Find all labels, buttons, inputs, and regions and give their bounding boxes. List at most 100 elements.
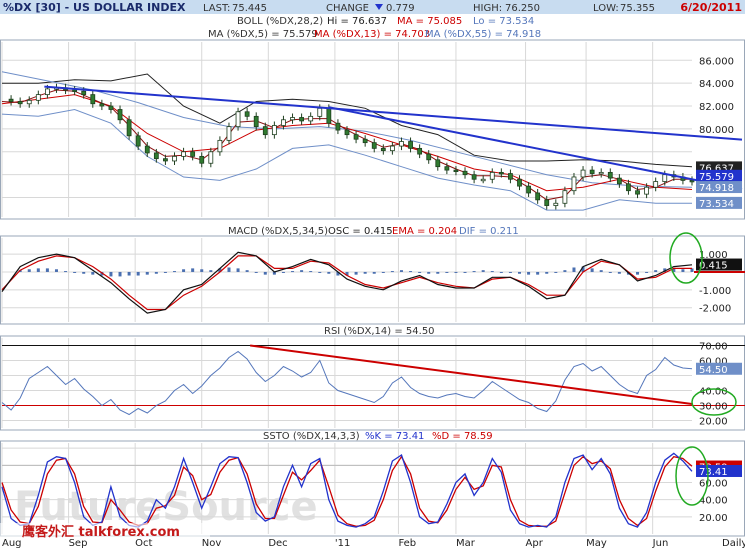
candle-body: [644, 186, 650, 195]
macd-bar: [145, 271, 149, 275]
candle-body: [317, 107, 323, 117]
candle-body: [335, 122, 341, 131]
x-tick-label: Nov: [202, 538, 222, 549]
macd-bar: [136, 271, 140, 276]
boll-label: BOLL (%DX,28,2): [237, 16, 323, 27]
candle-body: [580, 169, 586, 178]
rsi-label: RSI (%DX,14) = 54.50: [324, 326, 435, 337]
macd-bar: [481, 270, 485, 272]
date-label: 6/20/2011: [680, 1, 742, 14]
stoch-label: SSTO (%DX,14,3,3): [263, 431, 360, 442]
x-tick-label: Apr: [526, 538, 544, 549]
candle-body: [44, 88, 50, 96]
y-tick-label: 80.000: [699, 125, 734, 136]
candle-body: [616, 177, 622, 185]
candle-body: [498, 171, 504, 175]
x-tick-label: Mar: [456, 538, 476, 549]
candle-body: [526, 185, 531, 194]
candle-body: [308, 115, 314, 122]
macd-bar: [463, 271, 467, 273]
candle-body: [199, 155, 205, 164]
macd-legend: MACD (%DX,5,34,5) OSC = 0.415 EMA = 0.20…: [228, 226, 519, 237]
x-tick-label: Jun: [652, 538, 669, 549]
candle-body: [17, 101, 23, 105]
macd-bar: [409, 271, 413, 273]
macd-bar: [563, 270, 567, 272]
candle-body: [253, 115, 259, 128]
macd-bar: [381, 271, 385, 273]
candle-body: [535, 192, 541, 201]
candle-body: [635, 190, 640, 195]
y-tick-label: -2.000: [699, 304, 731, 315]
x-tick-label: Daily: [722, 538, 745, 549]
y-tick-label: 70.00: [699, 342, 728, 353]
y-tick-label: 86.000: [699, 56, 734, 67]
candle-body: [417, 147, 423, 155]
change-value: 0.779: [386, 3, 415, 14]
macd-osc-label: OSC = 0.415: [328, 226, 393, 237]
candle-body: [290, 117, 295, 121]
candle-body: [172, 155, 177, 162]
candle-body: [344, 129, 350, 136]
candle-body: [408, 141, 413, 149]
candle-body: [517, 178, 522, 187]
macd-ema-label: EMA = 0.204: [392, 226, 457, 237]
candle-body: [217, 139, 223, 153]
candle-body: [598, 171, 604, 175]
candle-body: [99, 103, 105, 107]
macd-bar: [590, 268, 594, 272]
macd-bar: [472, 271, 476, 273]
y-tick-label: 60.00: [699, 478, 728, 489]
y-tick-label: 82.000: [699, 102, 734, 113]
y-tick-label: 20.00: [699, 513, 728, 524]
macd-bar: [445, 271, 449, 273]
candle-body: [607, 171, 613, 179]
macd-bar: [645, 271, 649, 273]
candle-body: [508, 173, 513, 180]
candle-body: [226, 126, 232, 141]
candle-body: [8, 98, 14, 102]
stoch-d-label: %D = 78.59: [432, 431, 493, 442]
macd-bar: [545, 271, 549, 274]
macd-bar: [363, 271, 367, 274]
macd-bar: [281, 271, 285, 273]
x-tick-label: '11: [335, 538, 350, 549]
candle-body: [244, 111, 250, 117]
macd-bar: [372, 271, 376, 274]
macd-bar: [300, 270, 304, 272]
symbol-title: %DX [30] - US DOLLAR INDEX: [3, 1, 186, 14]
candle-body: [435, 159, 441, 168]
candle-body: [90, 94, 96, 105]
macd-bar: [245, 270, 249, 272]
candle-body: [471, 174, 477, 180]
macd-bar: [327, 271, 331, 274]
y-tick-label: 20.00: [699, 417, 728, 428]
macd-bar: [518, 271, 521, 274]
macd-bar: [91, 271, 95, 275]
candle-body: [371, 142, 377, 149]
macd-bar: [490, 271, 494, 273]
candle-body: [571, 176, 577, 192]
macd-bar: [254, 271, 258, 273]
candle-body: [81, 90, 87, 96]
macd-bar: [572, 267, 576, 272]
candle-body: [281, 119, 286, 126]
macd-bar: [599, 270, 603, 272]
macd-bar: [154, 271, 158, 274]
last-label: LAST:: [203, 3, 230, 14]
boll-ma-label: MA = 75.085: [397, 16, 462, 27]
candle-body: [181, 151, 186, 157]
macd-bar: [236, 268, 240, 272]
candle-body: [235, 111, 241, 128]
macd-bar: [109, 271, 113, 277]
candle-body: [544, 199, 550, 206]
candle-body: [72, 89, 78, 92]
macd-bar: [454, 271, 458, 273]
macd-bar: [617, 271, 621, 274]
chart-window: %DX [30] - US DOLLAR INDEX LAST: 75.445 …: [0, 0, 745, 550]
candle-body: [462, 170, 468, 176]
candle-body: [426, 153, 432, 161]
stoch-legend: SSTO (%DX,14,3,3) %K = 73.41 %D = 78.59: [263, 431, 493, 442]
candle-body: [362, 138, 368, 144]
macd-bar: [508, 271, 512, 273]
